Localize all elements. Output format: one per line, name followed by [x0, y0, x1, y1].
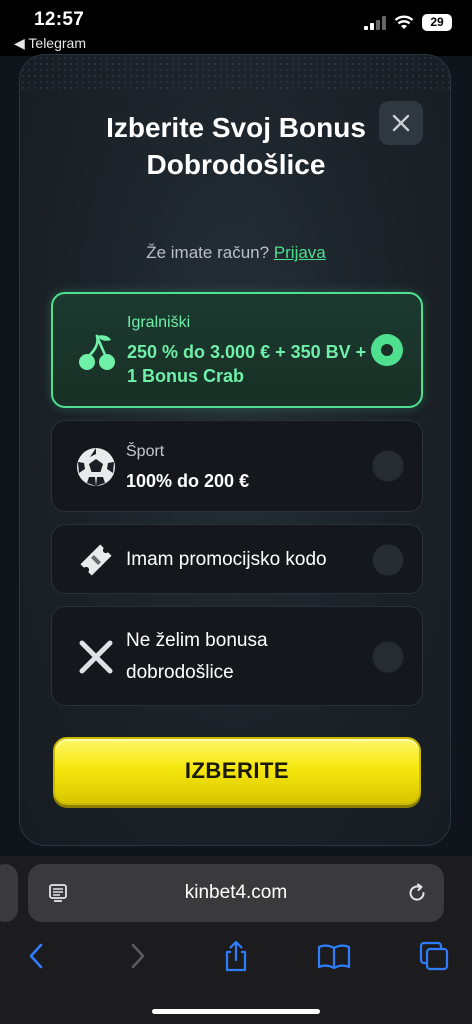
soccer-ball-icon [77, 448, 115, 486]
modal-title: Izberite Svoj Bonus Dobrodošlice [106, 112, 366, 180]
chevron-left-icon [29, 943, 43, 969]
share-button[interactable] [216, 936, 256, 976]
option-casino-value: 250 % do 3.000 € + 350 BV + 1 Bonus Crab [127, 342, 367, 386]
option-casino[interactable]: Igralniški 250 % do 3.000 € + 350 BV + 1… [51, 292, 423, 408]
tabs-icon [419, 941, 449, 971]
ticket-icon [80, 544, 112, 576]
cherry-icon [79, 334, 115, 370]
address-bar[interactable]: kinbet4.com [28, 864, 444, 922]
option-sport[interactable]: Šport 100% do 200 € [51, 420, 423, 512]
cross-icon [79, 640, 113, 674]
option-promo-code[interactable]: Imam promocijsko kodo [51, 524, 423, 594]
option-no-bonus-text: Ne želim bonusa dobrodošlice [126, 630, 268, 683]
status-bar: 12:57 ◀ Telegram 29 [0, 0, 472, 56]
reload-icon[interactable] [406, 882, 428, 904]
back-to-app-link[interactable]: ◀ Telegram [14, 35, 86, 52]
login-prompt-text: Že imate račun? [146, 243, 270, 262]
option-no-bonus[interactable]: Ne želim bonusa dobrodošlice [51, 606, 423, 706]
clock: 12:57 [34, 9, 85, 30]
choose-button[interactable]: IZBERITE [53, 737, 421, 805]
previous-tab-stub[interactable] [0, 864, 18, 922]
option-sport-value: 100% do 200 € [126, 471, 250, 491]
login-link[interactable]: Prijava [274, 243, 326, 262]
tabs-button[interactable] [414, 936, 454, 976]
option-sport-label: Šport [126, 443, 165, 460]
url-text: kinbet4.com [184, 882, 288, 903]
close-button[interactable] [379, 101, 423, 145]
browser-toolbar: kinbet4.com [0, 856, 472, 1024]
option-promo-code-radio[interactable] [372, 544, 404, 576]
login-prompt: Že imate račun? Prijava [20, 243, 452, 263]
option-casino-radio[interactable] [371, 334, 403, 366]
option-no-bonus-radio[interactable] [372, 641, 404, 673]
bookmarks-button[interactable] [314, 936, 354, 976]
option-casino-label: Igralniški [127, 314, 191, 331]
status-icons: 29 [364, 14, 452, 31]
option-sport-radio[interactable] [372, 450, 404, 482]
forward-button[interactable] [118, 936, 158, 976]
share-icon [225, 940, 247, 972]
wifi-icon [394, 15, 414, 29]
welcome-bonus-modal: Izberite Svoj Bonus Dobrodošlice Že imat… [19, 54, 451, 846]
signal-icon [364, 15, 386, 30]
chevron-right-icon [131, 943, 145, 969]
battery-indicator: 29 [422, 14, 452, 31]
book-icon [317, 944, 351, 969]
close-icon [392, 114, 410, 132]
option-promo-code-text: Imam promocijsko kodo [126, 549, 327, 570]
back-button[interactable] [16, 936, 56, 976]
home-indicator [152, 1009, 320, 1014]
